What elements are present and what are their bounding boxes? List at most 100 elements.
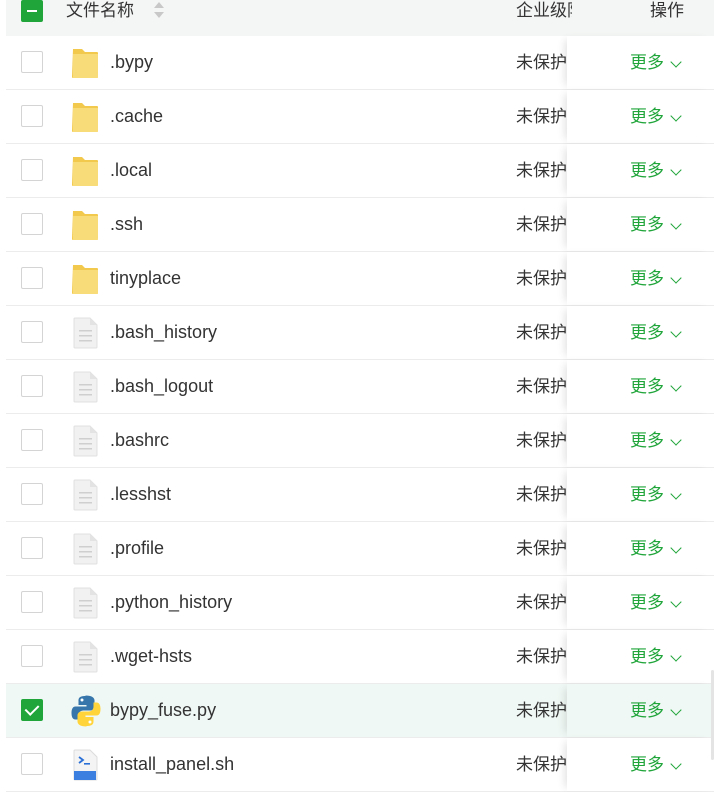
table-row[interactable]: .bypy 未保护 更多: [6, 36, 714, 90]
table-row[interactable]: install_panel.sh 未保护 更多: [6, 738, 714, 792]
folder-icon: [70, 208, 100, 242]
more-actions-button[interactable]: 更多: [630, 630, 682, 683]
row-checkbox[interactable]: [21, 51, 43, 73]
table-row[interactable]: .local 未保护 更多: [6, 144, 714, 198]
table-row[interactable]: .cache 未保护 更多: [6, 90, 714, 144]
more-actions-button[interactable]: 更多: [630, 36, 682, 89]
row-checkbox[interactable]: [21, 591, 43, 613]
protection-status: 未保护: [516, 485, 567, 504]
table-row[interactable]: .lesshst 未保护 更多: [6, 468, 714, 522]
more-actions-button[interactable]: 更多: [630, 306, 682, 359]
table-row[interactable]: .profile 未保护 更多: [6, 522, 714, 576]
file-name[interactable]: tinyplace: [110, 252, 181, 305]
more-actions-label: 更多: [630, 755, 664, 774]
select-all-checkbox[interactable]: [21, 0, 43, 22]
table-row[interactable]: .python_history 未保护 更多: [6, 576, 714, 630]
more-actions-button[interactable]: 更多: [630, 468, 682, 521]
chevron-down-icon: [670, 488, 682, 500]
more-actions-button[interactable]: 更多: [630, 576, 682, 629]
file-name[interactable]: .bypy: [110, 36, 153, 89]
column-header-filename[interactable]: 文件名称: [66, 0, 134, 22]
row-checkbox[interactable]: [21, 159, 43, 181]
actions-cell: 更多: [567, 36, 714, 89]
row-checkbox[interactable]: [21, 483, 43, 505]
table-row[interactable]: .ssh 未保护 更多: [6, 198, 714, 252]
more-actions-label: 更多: [630, 431, 664, 450]
file-name[interactable]: .bashrc: [110, 414, 169, 467]
more-actions-button[interactable]: 更多: [630, 738, 682, 791]
chevron-down-icon: [670, 218, 682, 230]
actions-cell: 更多: [567, 684, 714, 737]
file-name[interactable]: .bash_logout: [110, 360, 213, 413]
chevron-down-icon: [670, 164, 682, 176]
protection-status: 未保护: [516, 377, 567, 396]
file-list: .bypy 未保护 更多 .cache 未保护 更多 .local 未保护 更多…: [6, 36, 714, 792]
file-name[interactable]: .cache: [110, 90, 163, 143]
more-actions-label: 更多: [630, 107, 664, 126]
python-file-icon: [70, 694, 101, 728]
table-row[interactable]: .bash_history 未保护 更多: [6, 306, 714, 360]
more-actions-button[interactable]: 更多: [630, 198, 682, 251]
protection-status: 未保护: [516, 53, 567, 72]
row-checkbox[interactable]: [21, 645, 43, 667]
row-checkbox[interactable]: [21, 699, 43, 721]
file-name[interactable]: .python_history: [110, 576, 232, 629]
protection-status: 未保护: [516, 431, 567, 450]
table-row[interactable]: .wget-hsts 未保护 更多: [6, 630, 714, 684]
sort-icon[interactable]: [153, 2, 165, 20]
chevron-down-icon: [670, 758, 682, 770]
chevron-down-icon: [670, 380, 682, 392]
more-actions-label: 更多: [630, 539, 664, 558]
more-actions-label: 更多: [630, 161, 664, 180]
row-checkbox[interactable]: [21, 375, 43, 397]
file-name[interactable]: .ssh: [110, 198, 143, 251]
table-row[interactable]: .bashrc 未保护 更多: [6, 414, 714, 468]
protection-status: 未保护: [516, 539, 567, 558]
more-actions-button[interactable]: 更多: [630, 144, 682, 197]
file-name[interactable]: install_panel.sh: [110, 738, 234, 791]
more-actions-button[interactable]: 更多: [630, 522, 682, 575]
more-actions-label: 更多: [630, 269, 664, 288]
protection-status: 未保护: [516, 755, 567, 774]
row-checkbox[interactable]: [21, 213, 43, 235]
column-header-protection-level: 企业级防: [516, 1, 572, 20]
folder-icon: [70, 154, 100, 188]
table-header: 文件名称 企业级防 操作: [6, 0, 714, 36]
file-icon: [70, 316, 100, 350]
file-name[interactable]: .profile: [110, 522, 164, 575]
more-actions-button[interactable]: 更多: [630, 414, 682, 467]
folder-icon: [70, 262, 100, 296]
file-table: 文件名称 企业级防 操作 .bypy 未保护 更多 .cache 未保护 更多 …: [6, 0, 714, 792]
actions-cell: 更多: [567, 576, 714, 629]
file-name[interactable]: .wget-hsts: [110, 630, 192, 683]
more-actions-button[interactable]: 更多: [630, 252, 682, 305]
more-actions-label: 更多: [630, 377, 664, 396]
table-row[interactable]: bypy_fuse.py 未保护 更多: [6, 684, 714, 738]
row-checkbox[interactable]: [21, 429, 43, 451]
chevron-down-icon: [670, 56, 682, 68]
actions-cell: 更多: [567, 414, 714, 467]
table-row[interactable]: .bash_logout 未保护 更多: [6, 360, 714, 414]
more-actions-button[interactable]: 更多: [630, 684, 682, 737]
row-checkbox[interactable]: [21, 267, 43, 289]
protection-status: 未保护: [516, 107, 567, 126]
more-actions-label: 更多: [630, 485, 664, 504]
more-actions-button[interactable]: 更多: [630, 90, 682, 143]
row-checkbox[interactable]: [21, 537, 43, 559]
more-actions-label: 更多: [630, 701, 664, 720]
file-name[interactable]: bypy_fuse.py: [110, 684, 216, 737]
file-name[interactable]: .bash_history: [110, 306, 217, 359]
row-checkbox[interactable]: [21, 753, 43, 775]
chevron-down-icon: [670, 650, 682, 662]
protection-status: 未保护: [516, 701, 567, 720]
file-name[interactable]: .local: [110, 144, 152, 197]
row-checkbox[interactable]: [21, 105, 43, 127]
chevron-down-icon: [670, 542, 682, 554]
actions-cell: 更多: [567, 198, 714, 251]
protection-status: 未保护: [516, 161, 567, 180]
more-actions-button[interactable]: 更多: [630, 360, 682, 413]
row-checkbox[interactable]: [21, 321, 43, 343]
table-row[interactable]: tinyplace 未保护 更多: [6, 252, 714, 306]
file-name[interactable]: .lesshst: [110, 468, 171, 521]
protection-status: 未保护: [516, 323, 567, 342]
